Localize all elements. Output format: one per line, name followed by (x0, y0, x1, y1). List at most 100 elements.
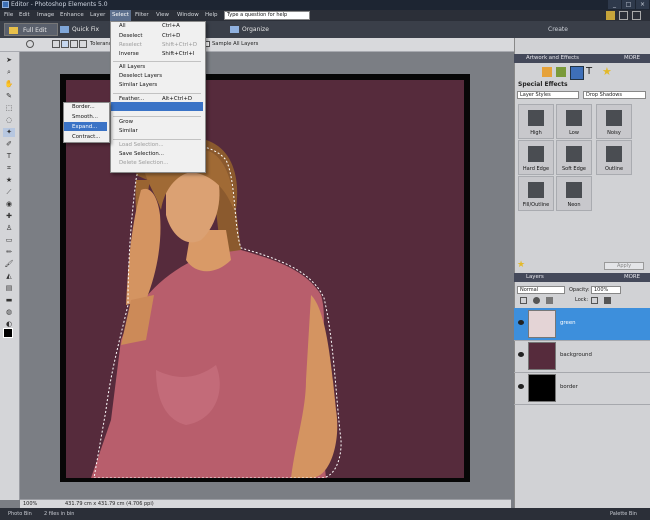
menu-item-grow[interactable]: Grow (119, 119, 133, 125)
lock-all-icon[interactable] (604, 297, 611, 304)
effect-thumb-noisy[interactable]: Noisy (596, 104, 632, 139)
menu-image[interactable]: Image (37, 12, 54, 18)
layer-row-background[interactable]: background (514, 340, 650, 373)
effects-icon[interactable] (570, 66, 584, 80)
menu-item-deselect[interactable]: Deselect (119, 33, 142, 39)
doc-minimize-icon[interactable] (618, 11, 628, 20)
palette-bin-toggle[interactable]: Palette Bin (610, 511, 637, 517)
tab-full-edit[interactable]: Full Edit (4, 23, 58, 36)
submenu-item-expand[interactable]: Expand... (72, 124, 97, 130)
effect-label: Soft Edge (561, 166, 587, 172)
move-tool-icon[interactable]: ➤ (3, 56, 15, 65)
effect-thumb-soft-edge[interactable]: Soft Edge (556, 140, 592, 175)
effect-thumb-low[interactable]: Low (556, 104, 592, 139)
effect-thumb-outline[interactable]: Outline (596, 140, 632, 175)
straighten-tool-icon[interactable]: ⟋ (3, 188, 15, 197)
intersect-selection-icon[interactable] (79, 40, 87, 48)
favorite-star-icon[interactable]: ★ (517, 260, 525, 270)
marquee-tool-icon[interactable]: ⬚ (3, 104, 15, 113)
new-layer-icon[interactable] (520, 297, 527, 304)
menu-filter[interactable]: Filter (135, 12, 149, 18)
eyedropper-tool-icon[interactable]: ✎ (3, 92, 15, 101)
blend-mode-dropdown[interactable]: Normal (517, 286, 565, 294)
effect-thumb-neon[interactable]: Neon (556, 176, 592, 211)
zoom-tool-icon[interactable]: ⌕ (3, 68, 15, 77)
layer-row-green[interactable]: green (514, 308, 650, 341)
visibility-eye-icon[interactable] (518, 320, 524, 325)
hand-tool-icon[interactable]: ✋ (3, 80, 15, 89)
menu-layer[interactable]: Layer (90, 12, 105, 18)
menu-edit[interactable]: Edit (19, 12, 30, 18)
lock-transparency-icon[interactable] (591, 297, 598, 304)
pencil-tool-icon[interactable]: ✏ (3, 248, 15, 257)
cookie-cutter-icon[interactable]: ★ (3, 176, 15, 185)
magic-wand-tool-icon[interactable]: ✦ (3, 128, 15, 137)
visibility-eye-icon[interactable] (518, 384, 524, 389)
menu-item-similar-layers[interactable]: Similar Layers (119, 82, 157, 88)
menu-view[interactable]: View (156, 12, 169, 18)
layer-row-border[interactable]: border (514, 372, 650, 405)
brush-tool-icon[interactable]: 🖌 (3, 260, 15, 269)
menu-item-all[interactable]: All (119, 23, 126, 29)
maximize-button[interactable]: □ (622, 0, 635, 9)
themes-icon[interactable] (556, 67, 566, 77)
menu-item-similar[interactable]: Similar (119, 128, 138, 134)
menu-window[interactable]: Window (177, 12, 199, 18)
opacity-field[interactable]: 100% (591, 286, 621, 294)
menu-item-deselect-layers[interactable]: Deselect Layers (119, 73, 162, 79)
favorites-icon[interactable]: ★ (602, 65, 612, 78)
layers-more-button[interactable]: MORE (624, 273, 640, 282)
submenu-item-smooth[interactable]: Smooth... (72, 114, 98, 120)
minimize-button[interactable]: _ (608, 0, 621, 9)
add-selection-icon[interactable] (61, 40, 69, 48)
blur-tool-icon[interactable]: ◍ (3, 308, 15, 317)
drop-shadows-dropdown[interactable]: Drop Shadows (583, 91, 646, 99)
create-button[interactable]: Create (548, 23, 568, 36)
artwork-icon[interactable] (542, 67, 552, 77)
menu-select[interactable]: Select (110, 10, 131, 21)
paint-bucket-icon[interactable]: ◭ (3, 272, 15, 281)
effect-thumb-hard-edge[interactable]: Hard Edge (518, 140, 554, 175)
foreground-color-swatch[interactable] (3, 328, 13, 338)
text-effects-icon[interactable]: T (586, 66, 592, 78)
gradient-tool-icon[interactable]: ▤ (3, 284, 15, 293)
layer-styles-dropdown[interactable]: Layer Styles (517, 91, 579, 99)
eraser-tool-icon[interactable]: ▭ (3, 236, 15, 245)
adjustment-layer-icon[interactable] (533, 297, 540, 304)
magic-wand-icon[interactable] (26, 40, 34, 48)
clone-stamp-icon[interactable]: ♙ (3, 224, 15, 233)
red-eye-tool-icon[interactable]: ◉ (3, 200, 15, 209)
submenu-item-border[interactable]: Border... (72, 104, 95, 110)
menu-item-save-selection[interactable]: Save Selection... (119, 151, 164, 157)
photo-bin-toggle[interactable]: Photo Bin (8, 511, 32, 517)
apply-button[interactable]: Apply (604, 262, 644, 270)
menu-item-inverse[interactable]: Inverse (119, 51, 139, 57)
delete-layer-icon[interactable] (546, 297, 553, 304)
selection-brush-icon[interactable]: ✐ (3, 140, 15, 149)
help-search-input[interactable]: Type a question for help (224, 11, 310, 20)
menu-file[interactable]: File (4, 12, 13, 18)
close-button[interactable]: × (636, 0, 649, 9)
type-tool-icon[interactable]: T (3, 152, 15, 161)
menu-help[interactable]: Help (205, 12, 218, 18)
lock-label: Lock: (575, 297, 589, 303)
menu-enhance[interactable]: Enhance (60, 12, 84, 18)
new-selection-icon[interactable] (52, 40, 60, 48)
title-bar: Editor - Photoshop Elements 5.0 _ □ × (0, 0, 650, 10)
healing-brush-icon[interactable]: ✚ (3, 212, 15, 221)
crop-tool-icon[interactable]: ⌗ (3, 164, 15, 173)
submenu-item-contract[interactable]: Contract... (72, 134, 100, 140)
zoom-level[interactable]: 100% (23, 501, 37, 507)
effect-thumb-fill-outline[interactable]: Fill/Outline (518, 176, 554, 211)
effect-preview (528, 182, 544, 198)
lasso-tool-icon[interactable]: ◌ (3, 116, 15, 125)
subtract-selection-icon[interactable] (70, 40, 78, 48)
effect-thumb-high[interactable]: High (518, 104, 554, 139)
menu-separator (113, 139, 201, 140)
organize-button[interactable]: Organize (230, 23, 269, 36)
shape-tool-icon[interactable]: ▬ (3, 296, 15, 305)
visibility-eye-icon[interactable] (518, 352, 524, 357)
menu-item-all-layers[interactable]: All Layers (119, 64, 145, 70)
doc-close-icon[interactable] (631, 11, 641, 20)
artwork-more-button[interactable]: MORE (624, 54, 640, 63)
